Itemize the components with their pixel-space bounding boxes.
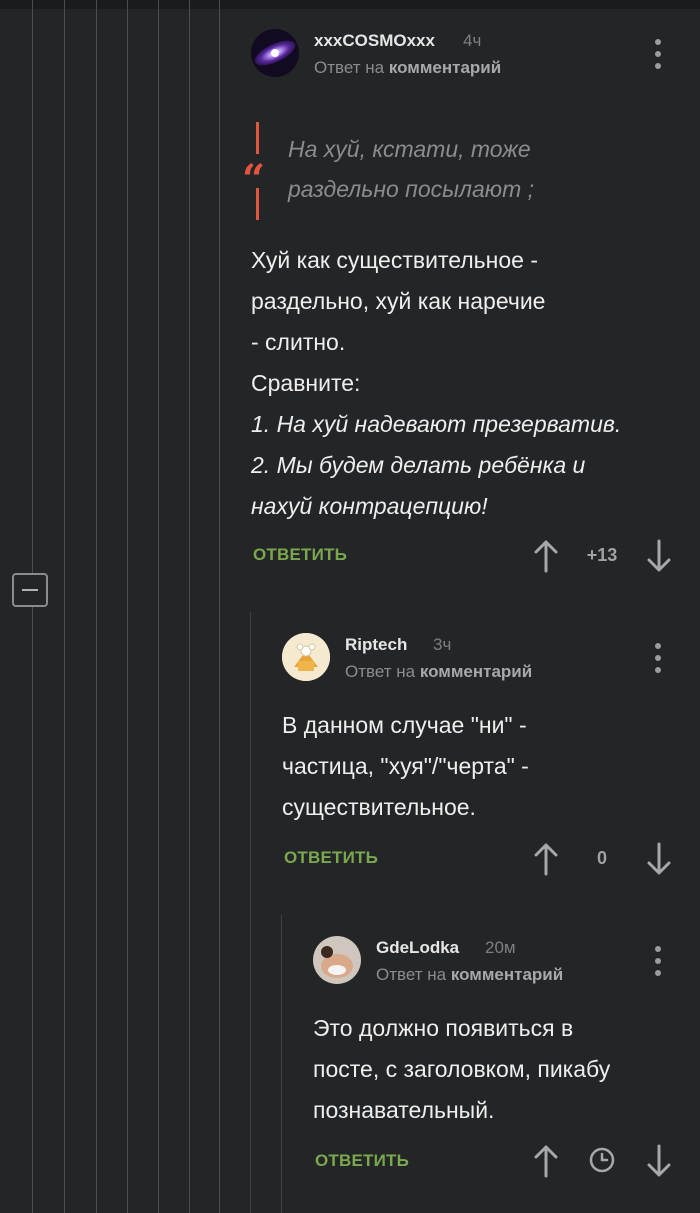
clock-icon — [589, 1147, 615, 1178]
body-line: посте, с заголовком, пикабу — [313, 1056, 611, 1082]
reply-to-link[interactable]: комментарий — [451, 965, 563, 984]
body-line: познавательный. — [313, 1097, 495, 1123]
comment-time: 20м — [485, 938, 516, 957]
reply-to-prefix: Ответ на — [376, 965, 447, 984]
more-vertical-icon[interactable] — [653, 946, 663, 976]
reply-to: Ответ на комментарий — [376, 965, 563, 985]
avatar[interactable] — [313, 936, 361, 984]
comment-body: Это должно появиться в посте, с заголовк… — [313, 1008, 610, 1131]
author-name[interactable]: GdeLodka — [376, 938, 459, 958]
arrow-down-icon[interactable] — [647, 1144, 671, 1183]
arrow-up-icon[interactable] — [534, 1144, 558, 1183]
comment: GdeLodka 20м Ответ на комментарий Это до… — [0, 0, 700, 1213]
body-line: Это должно появиться в — [313, 1015, 574, 1041]
reply-button[interactable]: ОТВЕТИТЬ — [315, 1151, 409, 1171]
